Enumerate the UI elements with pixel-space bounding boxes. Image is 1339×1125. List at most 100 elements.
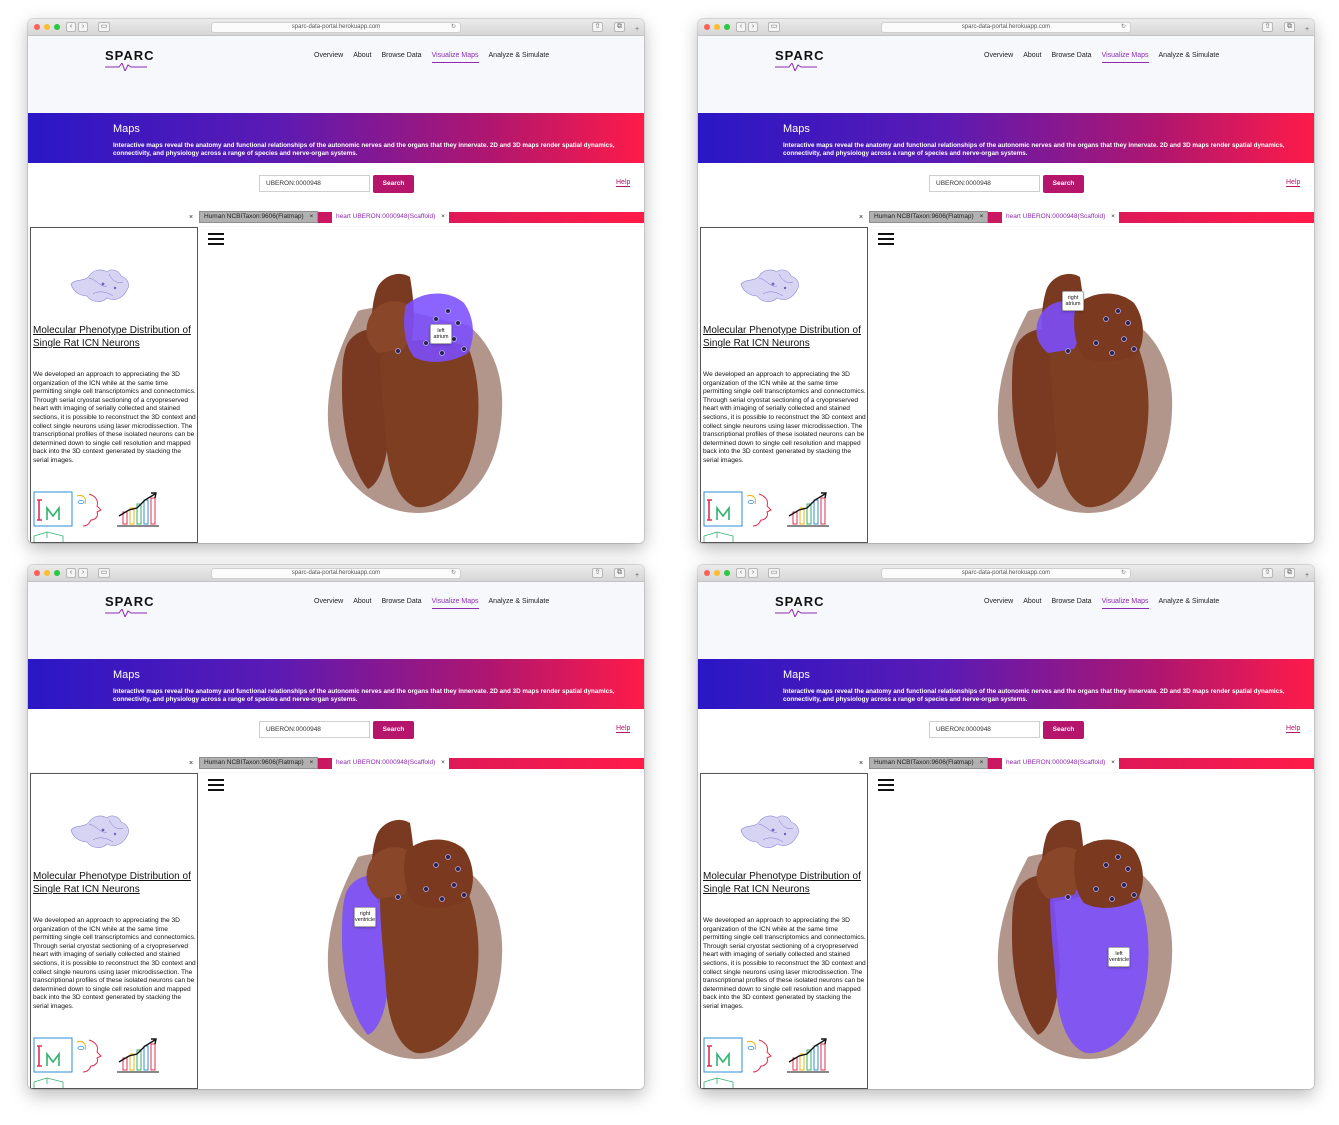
forward-icon[interactable]: › <box>748 568 758 578</box>
sparc-logo[interactable]: SPARC <box>775 48 825 63</box>
help-link[interactable]: Help <box>1286 725 1301 733</box>
scaffold-viewer[interactable]: left ventricle <box>868 773 1314 1089</box>
help-link[interactable]: Help <box>616 179 631 187</box>
tabs-icon[interactable]: ⧉ <box>614 22 625 32</box>
new-tab-icon[interactable]: + <box>632 572 642 582</box>
scaffold-viewer[interactable]: left atrium <box>198 227 644 543</box>
nav-visualize-maps[interactable]: Visualize Maps <box>1101 52 1149 63</box>
back-icon[interactable]: ‹ <box>66 22 76 32</box>
nav-browse-data[interactable]: Browse Data <box>1051 52 1091 63</box>
nav-visualize-maps[interactable]: Visualize Maps <box>1101 598 1149 609</box>
reload-icon[interactable]: ↻ <box>1121 569 1126 578</box>
tab-close-icon[interactable]: × <box>980 213 984 220</box>
menu-icon[interactable] <box>208 233 224 245</box>
dataset-title[interactable]: Molecular Phenotype Distribution of Sing… <box>703 324 863 350</box>
nav-analyze-simulate[interactable]: Analyze & Simulate <box>1159 52 1220 63</box>
window-minimize-icon[interactable] <box>714 24 720 30</box>
search-input[interactable] <box>929 175 1040 192</box>
window-close-icon[interactable] <box>34 24 40 30</box>
search-button[interactable]: Search <box>1043 175 1084 193</box>
nav-overview[interactable]: Overview <box>314 598 343 609</box>
tab-close-icon[interactable]: × <box>441 213 445 220</box>
help-link[interactable]: Help <box>1286 179 1301 187</box>
tab-scaffold[interactable]: heart UBERON:0000948(Scaffold) × <box>332 211 449 223</box>
menu-icon[interactable] <box>878 779 894 791</box>
share-icon[interactable]: ⇧ <box>592 22 603 32</box>
forward-icon[interactable]: › <box>748 22 758 32</box>
search-input[interactable] <box>259 175 370 192</box>
reload-icon[interactable]: ↻ <box>451 23 456 32</box>
nav-visualize-maps[interactable]: Visualize Maps <box>431 598 479 609</box>
nav-about[interactable]: About <box>353 598 371 609</box>
forward-icon[interactable]: › <box>78 568 88 578</box>
nav-overview[interactable]: Overview <box>314 52 343 63</box>
nav-about[interactable]: About <box>353 52 371 63</box>
help-link[interactable]: Help <box>616 725 631 733</box>
back-icon[interactable]: ‹ <box>736 22 746 32</box>
window-close-icon[interactable] <box>704 570 710 576</box>
nav-browse-data[interactable]: Browse Data <box>381 52 421 63</box>
tab-flatmap[interactable]: Human NCBITaxon:9606(Flatmap) × <box>199 757 319 769</box>
nav-overview[interactable]: Overview <box>984 598 1013 609</box>
address-bar[interactable]: sparc-data-portal.herokuapp.com ↻ <box>211 22 461 33</box>
menu-icon[interactable] <box>208 779 224 791</box>
tab-close-icon[interactable]: × <box>310 213 314 220</box>
back-icon[interactable]: ‹ <box>66 568 76 578</box>
sidebar-icon[interactable]: ▭ <box>768 22 780 32</box>
tab-close-icon[interactable]: × <box>1111 213 1115 220</box>
sidebar-icon[interactable]: ▭ <box>768 568 780 578</box>
tabs-icon[interactable]: ⧉ <box>614 568 625 578</box>
search-button[interactable]: Search <box>373 721 414 739</box>
dataset-title[interactable]: Molecular Phenotype Distribution of Sing… <box>33 870 193 896</box>
nav-analyze-simulate[interactable]: Analyze & Simulate <box>1159 598 1220 609</box>
nav-browse-data[interactable]: Browse Data <box>381 598 421 609</box>
window-close-icon[interactable] <box>34 570 40 576</box>
heart-scaffold[interactable] <box>318 807 518 1067</box>
close-icon[interactable]: × <box>859 760 863 767</box>
tab-scaffold[interactable]: heart UBERON:0000948(Scaffold) × <box>1002 757 1119 769</box>
nav-analyze-simulate[interactable]: Analyze & Simulate <box>489 598 550 609</box>
sparc-logo[interactable]: SPARC <box>775 594 825 609</box>
dataset-title[interactable]: Molecular Phenotype Distribution of Sing… <box>33 324 193 350</box>
window-close-icon[interactable] <box>704 24 710 30</box>
nav-analyze-simulate[interactable]: Analyze & Simulate <box>489 52 550 63</box>
new-tab-icon[interactable]: + <box>1302 26 1312 36</box>
tab-flatmap[interactable]: Human NCBITaxon:9606(Flatmap) × <box>869 757 989 769</box>
tab-close-icon[interactable]: × <box>441 759 445 766</box>
tab-close-icon[interactable]: × <box>980 759 984 766</box>
new-tab-icon[interactable]: + <box>632 26 642 36</box>
window-minimize-icon[interactable] <box>44 570 50 576</box>
search-button[interactable]: Search <box>1043 721 1084 739</box>
forward-icon[interactable]: › <box>78 22 88 32</box>
window-minimize-icon[interactable] <box>44 24 50 30</box>
heart-scaffold[interactable] <box>988 261 1188 521</box>
address-bar[interactable]: sparc-data-portal.herokuapp.com ↻ <box>881 22 1131 33</box>
tab-flatmap[interactable]: Human NCBITaxon:9606(Flatmap) × <box>869 211 989 223</box>
tab-close-icon[interactable]: × <box>310 759 314 766</box>
nav-about[interactable]: About <box>1023 598 1041 609</box>
heart-scaffold[interactable] <box>318 261 518 521</box>
close-icon[interactable]: × <box>859 214 863 221</box>
window-maximize-icon[interactable] <box>724 570 730 576</box>
search-button[interactable]: Search <box>373 175 414 193</box>
tab-flatmap[interactable]: Human NCBITaxon:9606(Flatmap) × <box>199 211 319 223</box>
tab-scaffold[interactable]: heart UBERON:0000948(Scaffold) × <box>332 757 449 769</box>
window-maximize-icon[interactable] <box>724 24 730 30</box>
search-input[interactable] <box>929 721 1040 738</box>
dataset-title[interactable]: Molecular Phenotype Distribution of Sing… <box>703 870 863 896</box>
scaffold-viewer[interactable]: right atrium <box>868 227 1314 543</box>
new-tab-icon[interactable]: + <box>1302 572 1312 582</box>
sparc-logo[interactable]: SPARC <box>105 48 155 63</box>
nav-visualize-maps[interactable]: Visualize Maps <box>431 52 479 63</box>
menu-icon[interactable] <box>878 233 894 245</box>
heart-scaffold[interactable] <box>988 807 1188 1067</box>
nav-browse-data[interactable]: Browse Data <box>1051 598 1091 609</box>
window-maximize-icon[interactable] <box>54 24 60 30</box>
nav-about[interactable]: About <box>1023 52 1041 63</box>
share-icon[interactable]: ⇧ <box>1262 568 1273 578</box>
close-icon[interactable]: × <box>189 214 193 221</box>
window-minimize-icon[interactable] <box>714 570 720 576</box>
address-bar[interactable]: sparc-data-portal.herokuapp.com ↻ <box>881 568 1131 579</box>
tabs-icon[interactable]: ⧉ <box>1284 22 1295 32</box>
search-input[interactable] <box>259 721 370 738</box>
